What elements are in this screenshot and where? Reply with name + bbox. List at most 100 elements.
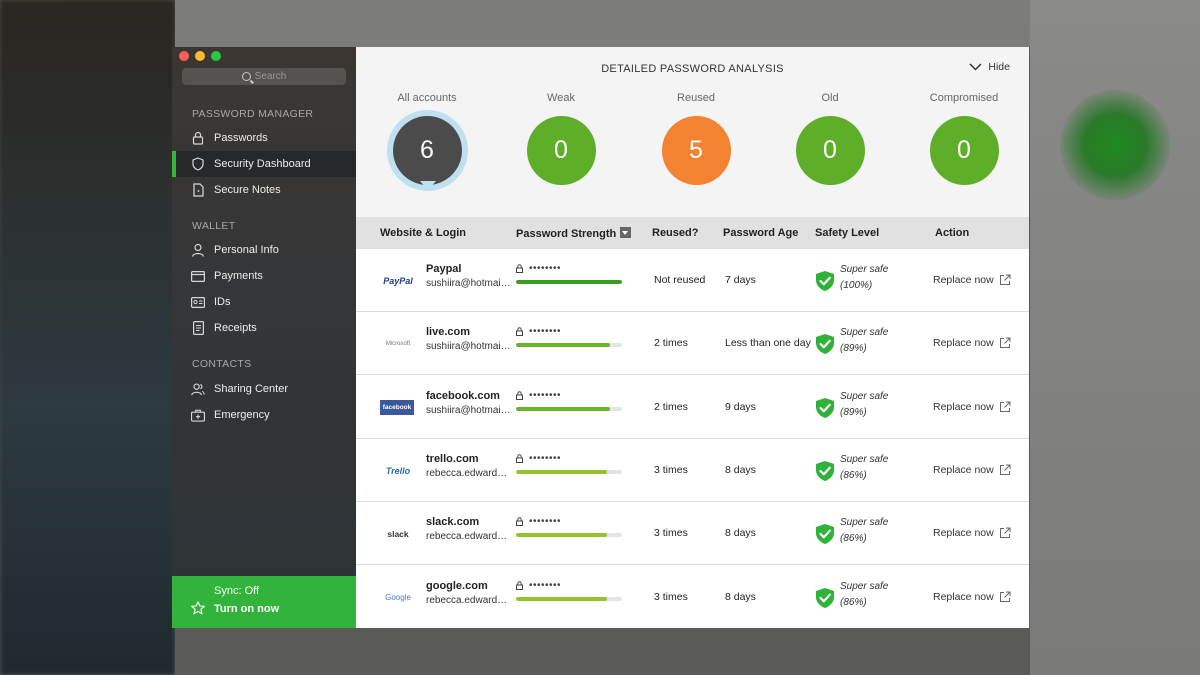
- zoom-window-button[interactable]: [211, 51, 221, 61]
- logo-wordmark: slack: [387, 529, 409, 540]
- strength-bar: [516, 343, 622, 348]
- replace-now-link[interactable]: Replace now: [933, 464, 1011, 476]
- site-login: sushiira@hotmail.com: [426, 278, 512, 289]
- people-icon: [191, 382, 205, 396]
- sidebar-item-secure-notes[interactable]: Secure Notes: [172, 177, 356, 203]
- site-logo: Google: [380, 590, 416, 606]
- shield-check-icon: [815, 333, 835, 360]
- stat-circle[interactable]: 5: [661, 116, 731, 185]
- table-row[interactable]: PayPal Paypal sushiira@hotmail.com •••••…: [356, 249, 1029, 312]
- safety-percent: (86%): [840, 533, 867, 545]
- sidebar-item-payments[interactable]: Payments: [172, 263, 356, 289]
- close-window-button[interactable]: [179, 51, 189, 61]
- site-logo: facebook: [380, 399, 414, 415]
- stat-label: Old: [821, 92, 839, 104]
- site-logo: Microsoft: [380, 336, 416, 352]
- password-mask: ••••••••: [516, 390, 561, 401]
- column-header-safety[interactable]: Safety Level: [815, 227, 879, 239]
- sort-dropdown-icon[interactable]: [620, 227, 632, 238]
- sync-turn-on-link[interactable]: Turn on now: [214, 603, 279, 615]
- password-dots: ••••••••: [529, 326, 562, 338]
- stat-old[interactable]: Old 0: [763, 92, 897, 185]
- password-dots: ••••••••: [529, 389, 562, 401]
- shield-check-icon: [815, 397, 835, 424]
- sidebar-item-sharing-center[interactable]: Sharing Center: [172, 376, 356, 402]
- site-login: rebecca.edwards@...: [426, 594, 512, 606]
- reused-count: 2 times: [654, 337, 688, 350]
- table-row[interactable]: Microsoft live.com sushiira@hotmail.com …: [356, 312, 1029, 376]
- safety-label: Super safe: [840, 580, 889, 592]
- sidebar-item-ids[interactable]: IDs: [172, 289, 356, 315]
- safety-percent: (100%): [840, 280, 873, 291]
- safety-percent: (89%): [840, 343, 867, 355]
- table-header: Website & Login Password Strength Reused…: [356, 217, 1029, 249]
- stat-label: Weak: [547, 92, 575, 104]
- search-input[interactable]: Search: [182, 68, 346, 85]
- reused-count: Not reused: [654, 274, 706, 286]
- table-row[interactable]: slack slack.com rebecca.edwards@... ••••…: [356, 502, 1029, 566]
- safety-label: Super safe: [840, 264, 889, 275]
- id-card-icon: [191, 295, 205, 309]
- password-mask: ••••••••: [516, 326, 561, 337]
- strength-bar: [516, 596, 622, 601]
- sidebar-item-personal-info[interactable]: Personal Info: [172, 237, 356, 263]
- replace-now-link[interactable]: Replace now: [933, 401, 1011, 413]
- sidebar-item-receipts[interactable]: Receipts: [172, 315, 356, 341]
- emergency-icon: [191, 408, 205, 422]
- safety-label: Super safe: [840, 390, 889, 402]
- password-age: 8 days: [725, 590, 756, 603]
- person-icon: [191, 243, 205, 257]
- column-header-reused[interactable]: Reused?: [652, 227, 698, 239]
- minimize-window-button[interactable]: [195, 51, 205, 61]
- sidebar-item-passwords[interactable]: Passwords: [172, 125, 356, 151]
- stat-circle[interactable]: 0: [795, 116, 865, 185]
- stat-label: All accounts: [397, 92, 457, 104]
- column-header-website[interactable]: Website & Login: [380, 227, 466, 239]
- column-header-action: Action: [935, 227, 970, 239]
- stat-all-accounts[interactable]: All accounts 6: [360, 92, 494, 185]
- strength-bar: [516, 406, 622, 411]
- lock-icon: [191, 131, 205, 145]
- replace-now-link[interactable]: Replace now: [933, 337, 1011, 349]
- sidebar-item-label: Secure Notes: [214, 184, 281, 196]
- column-header-age[interactable]: Password Age: [723, 227, 798, 239]
- stat-circle[interactable]: 6: [392, 116, 462, 185]
- sync-banner[interactable]: Sync: Off Turn on now: [172, 576, 356, 628]
- logo-wordmark: PayPal: [383, 276, 413, 286]
- chevron-down-icon: [969, 63, 982, 71]
- stat-reused[interactable]: Reused 5: [629, 92, 763, 185]
- table-row[interactable]: Trello trello.com rebecca.edwards@... ••…: [356, 438, 1029, 502]
- lock-icon: [516, 264, 523, 273]
- password-mask: ••••••••: [516, 580, 561, 591]
- logo-wordmark: Google: [385, 593, 411, 602]
- strength-bar-fill: [516, 469, 608, 474]
- stat-label: Compromised: [929, 92, 999, 104]
- table-row[interactable]: facebook facebook.com sushiira@hotmail.c…: [356, 375, 1029, 439]
- password-dots: ••••••••: [529, 516, 562, 528]
- sidebar-item-security-dashboard[interactable]: Security Dashboard: [172, 151, 356, 177]
- search-placeholder: Search: [254, 71, 287, 82]
- selected-pointer: [420, 181, 436, 190]
- sidebar-item-label: Emergency: [214, 409, 270, 421]
- app-window: Search PASSWORD MANAGER Passwords Securi…: [172, 47, 1029, 628]
- hide-button[interactable]: Hide: [969, 61, 1010, 73]
- background-bottom: [175, 628, 1030, 675]
- sidebar-item-label: Receipts: [214, 322, 257, 334]
- stat-circle[interactable]: 0: [526, 116, 596, 185]
- column-header-strength[interactable]: Password Strength: [516, 227, 632, 240]
- stat-compromised[interactable]: Compromised 0: [897, 92, 1029, 185]
- stat-circle[interactable]: 0: [929, 116, 999, 185]
- stat-weak[interactable]: Weak 0: [494, 92, 628, 185]
- lock-icon: [516, 580, 523, 590]
- replace-now-link[interactable]: Replace now: [933, 274, 1011, 286]
- replace-now-link[interactable]: Replace now: [933, 527, 1011, 539]
- password-mask: ••••••••: [516, 453, 561, 464]
- safety-percent: (86%): [840, 469, 867, 481]
- sidebar-item-emergency[interactable]: Emergency: [172, 402, 356, 428]
- replace-now-link[interactable]: Replace now: [933, 591, 1011, 603]
- shield-icon: [191, 157, 205, 171]
- replace-now-label: Replace now: [933, 463, 994, 476]
- lock-icon: [516, 327, 523, 337]
- shield-check-icon: [815, 270, 835, 297]
- table-row[interactable]: Google google.com rebecca.edwards@... ••…: [356, 565, 1029, 628]
